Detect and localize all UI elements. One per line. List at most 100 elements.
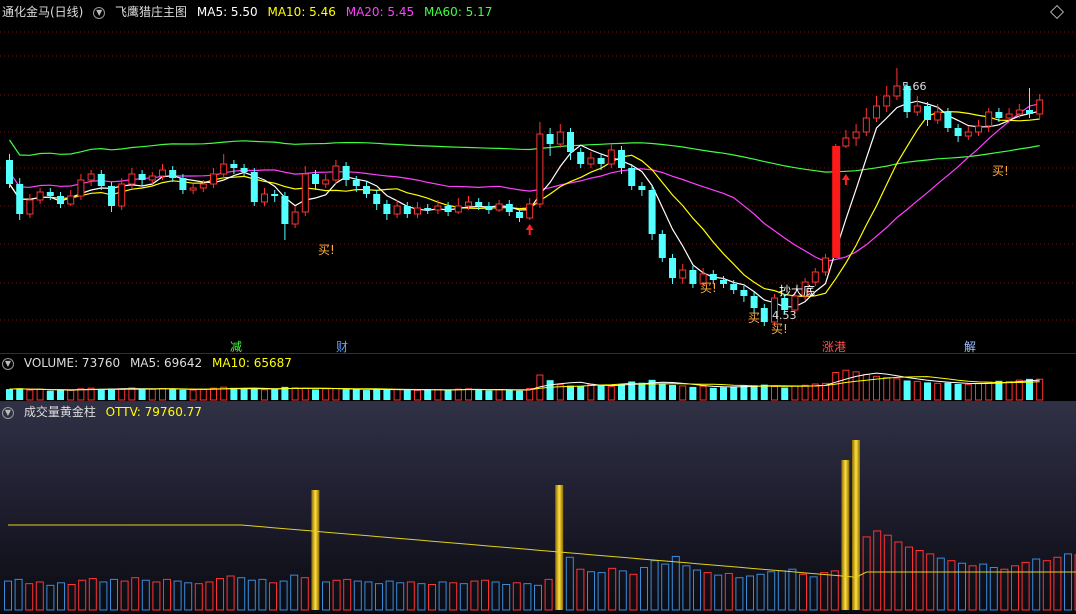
volume-bar <box>250 388 258 400</box>
gold-volume-bar <box>608 567 617 611</box>
candle-body <box>159 169 166 177</box>
ma60-label: MA60: 5.17 <box>423 5 493 19</box>
gold-volume-bar <box>290 574 299 611</box>
gold-volume-bar <box>894 541 903 611</box>
volume-bar <box>414 389 421 401</box>
gold-volume-bar <box>88 578 97 611</box>
candle-body <box>597 158 605 164</box>
volume-bar <box>118 388 126 401</box>
candle-body <box>16 184 24 214</box>
gold-volume-bar <box>873 530 882 611</box>
gold-volume-bar <box>799 573 807 611</box>
gold-volume-bar <box>141 579 150 611</box>
volume-bar <box>781 387 789 400</box>
candle-body <box>199 183 207 189</box>
gold-volume-bar <box>46 584 55 611</box>
candle-body <box>913 105 921 113</box>
gold-volume-bar <box>78 579 87 611</box>
candle-body <box>811 271 819 283</box>
gold-volume-bar <box>1053 556 1062 611</box>
volume-bar <box>465 388 472 401</box>
gold-volume-bar <box>746 575 754 611</box>
volume-bar <box>148 388 156 401</box>
volume-bar <box>179 389 187 400</box>
volume-bar <box>352 389 360 400</box>
gold-volume-bar <box>216 578 224 611</box>
volume-bar <box>1015 379 1023 401</box>
candle-body <box>944 112 952 128</box>
volume-panel[interactable]: ▼ VOLUME: 73760 MA5: 69642 MA10: 65687 <box>0 353 1076 401</box>
candle-body <box>148 175 156 181</box>
candle-body <box>964 131 972 137</box>
candle-body <box>291 211 299 225</box>
gold-volume-bar <box>353 580 362 611</box>
candle-body <box>383 204 391 214</box>
volume-bar <box>546 380 554 400</box>
gold-volume-bar <box>481 579 489 611</box>
volume-bar <box>842 369 850 401</box>
candle-body <box>46 192 54 196</box>
volume-bar <box>26 389 34 401</box>
candle-body <box>342 166 350 180</box>
candlestick-chart[interactable] <box>0 0 1076 353</box>
volume-bar <box>16 388 24 400</box>
volume-bar <box>505 390 513 400</box>
gold-volume-bar <box>152 581 161 611</box>
volume-bar <box>873 375 880 401</box>
volume-ma5: MA5: 69642 <box>129 356 203 370</box>
volume-bar <box>230 387 238 400</box>
gold-volume-bar <box>67 584 76 611</box>
ma20-label: MA20: 5.45 <box>345 5 415 19</box>
candle-body <box>393 205 401 215</box>
volume-bar <box>985 381 993 401</box>
gold-bar <box>311 490 320 610</box>
candle-body <box>57 196 64 204</box>
candle-body <box>618 150 625 168</box>
candle-body <box>985 111 993 127</box>
gold-volume-bar <box>385 580 394 611</box>
volume-bar <box>424 389 432 400</box>
candle-body <box>679 269 687 279</box>
candle-body <box>556 131 564 145</box>
candle-body <box>220 163 228 175</box>
volume-bar <box>658 383 666 400</box>
gold-volume-bar <box>767 571 776 611</box>
gold-volume-bar <box>4 580 12 611</box>
gold-volume-bar <box>375 583 383 611</box>
gold-volume-bar <box>343 578 352 611</box>
candle-body <box>750 296 758 308</box>
collapse-icon[interactable]: ▼ <box>2 406 14 419</box>
collapse-icon[interactable]: ▼ <box>2 357 14 370</box>
gold-volume-bar <box>470 580 479 611</box>
candle-body <box>281 196 289 224</box>
candle-body <box>730 284 738 290</box>
main-header: 通化金马(日线) ▼ 飞鹰猎庄主图 MA5: 5.50 MA10: 5.46 M… <box>2 3 498 20</box>
volume-ma10-line <box>9 376 1040 391</box>
gold-volume-panel[interactable]: ▼ 成交量黄金柱 OTTV: 79760.77 <box>0 401 1076 613</box>
volume-bar <box>57 389 64 400</box>
candle-body <box>332 165 340 181</box>
candle-body <box>108 186 115 206</box>
volume-bar <box>893 378 901 401</box>
gold-volume-bar <box>905 546 913 611</box>
candle-body <box>505 204 513 212</box>
price-panel[interactable]: 通化金马(日线) ▼ 飞鹰猎庄主图 MA5: 5.50 MA10: 5.46 M… <box>0 0 1076 354</box>
volume-bar <box>199 388 207 401</box>
volume-bar <box>934 382 942 401</box>
candle-body <box>628 168 636 186</box>
candle-body <box>689 270 697 284</box>
candle-body <box>77 179 85 197</box>
candle-body <box>373 194 381 204</box>
candle-body <box>67 195 75 205</box>
gold-volume-bar <box>1032 558 1041 611</box>
gold-volume-bar <box>163 578 171 611</box>
candle-body <box>720 280 727 284</box>
candle-body <box>424 208 432 210</box>
volume-bar <box>771 386 778 401</box>
candle-body <box>975 125 982 133</box>
gold-volume-bar <box>724 572 733 611</box>
candle-body <box>250 172 258 202</box>
volume-bar <box>740 385 748 400</box>
collapse-icon[interactable]: ▼ <box>93 6 106 19</box>
volume-bar <box>434 389 442 401</box>
